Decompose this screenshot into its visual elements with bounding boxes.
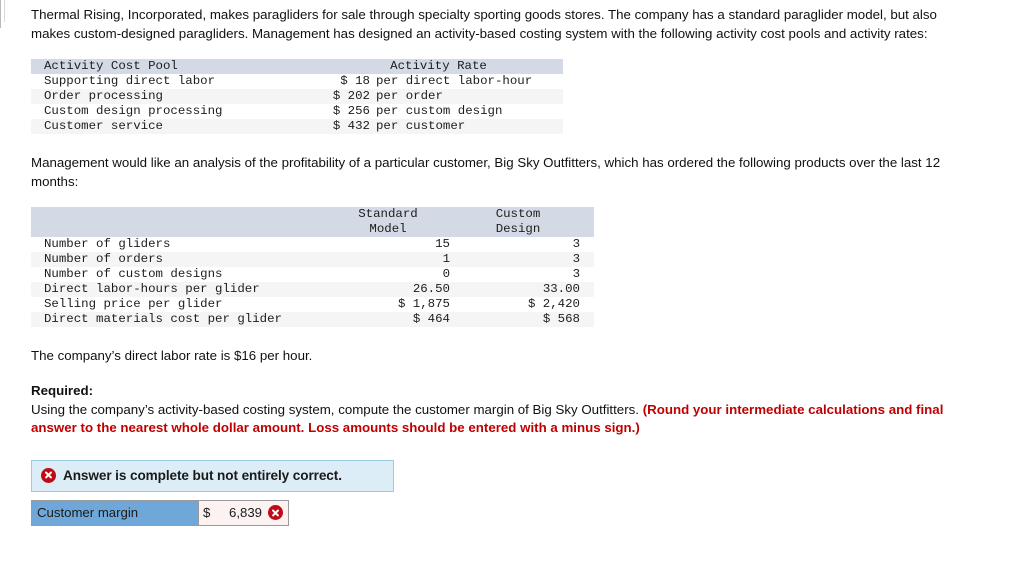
cell-custom-value: 3: [464, 237, 594, 253]
customer-margin-label: Customer margin: [32, 500, 199, 525]
cell-rate-unit: per order: [376, 89, 443, 104]
header-standard-model-line1: Standard: [334, 207, 464, 223]
customer-products-table: Standard Custom Model Design Number of g…: [31, 207, 594, 328]
cell-standard-value: $ 1,875: [334, 297, 464, 313]
table-row: Number of gliders 15 3: [31, 237, 594, 253]
cell-activity-rate: $ 256 per custom design: [314, 104, 563, 120]
table-row: Customer service $ 432 per customer: [31, 119, 563, 135]
cell-standard-value: $ 464: [334, 312, 464, 328]
required-instructions: Using the company’s activity-based costi…: [31, 401, 976, 438]
cell-standard-value: 0: [334, 267, 464, 283]
direct-labor-rate-paragraph: The company’s direct labor rate is $16 p…: [31, 348, 313, 364]
table-row: Selling price per glider $ 1,875 $ 2,420: [31, 297, 594, 313]
cell-row-label: Direct materials cost per glider: [31, 312, 334, 328]
answer-status-text: Answer is complete but not entirely corr…: [63, 467, 342, 483]
cell-row-label: Direct labor-hours per glider: [31, 282, 334, 298]
cell-pool-name: Customer service: [31, 119, 314, 135]
header-activity-cost-pool: Activity Cost Pool: [31, 59, 314, 75]
table-header-row-line2: Model Design: [31, 222, 594, 238]
currency-symbol: $: [203, 505, 211, 521]
customer-margin-answer-row[interactable]: Customer margin $ 6,839: [31, 499, 289, 526]
customer-margin-input[interactable]: $ 6,839: [199, 500, 288, 525]
question-page: Thermal Rising, Incorporated, makes para…: [0, 0, 1021, 526]
cell-standard-value: 26.50: [334, 282, 464, 298]
cell-row-label: Number of orders: [31, 252, 334, 268]
table-row: Custom design processing $ 256 per custom…: [31, 104, 563, 120]
cell-row-label: Number of custom designs: [31, 267, 334, 283]
header-activity-rate: Activity Rate: [314, 59, 563, 75]
intro-paragraph-1: Thermal Rising, Incorporated, makes para…: [31, 7, 937, 41]
activity-rates-table: Activity Cost Pool Activity Rate Support…: [31, 59, 563, 135]
cell-pool-name: Custom design processing: [31, 104, 314, 120]
cell-rate-unit: per customer: [376, 119, 466, 134]
answer-status-banner: Answer is complete but not entirely corr…: [31, 459, 394, 492]
table-header-row-line1: Standard Custom: [31, 207, 594, 223]
cell-custom-value: 33.00: [464, 282, 594, 298]
cell-rate-amount: $ 256: [332, 104, 370, 119]
cell-activity-rate: $ 202 per order: [314, 89, 563, 105]
table-header-row: Activity Cost Pool Activity Rate: [31, 59, 563, 75]
cell-rate-amount: $ 202: [332, 89, 370, 104]
page-left-edge-artifact: [0, 0, 1, 28]
cell-custom-value: $ 568: [464, 312, 594, 328]
header-blank: [31, 222, 334, 238]
required-plain-text: Using the company’s activity-based costi…: [31, 401, 639, 417]
table-row: Direct materials cost per glider $ 464 $…: [31, 312, 594, 328]
cell-custom-value: $ 2,420: [464, 297, 594, 313]
cell-pool-name: Order processing: [31, 89, 314, 105]
page-left-edge-artifact-inner: [4, 0, 5, 22]
header-blank: [31, 207, 334, 223]
table-row: Order processing $ 202 per order: [31, 89, 563, 105]
error-x-icon: [41, 467, 56, 483]
header-custom-design-line2: Design: [464, 222, 594, 238]
header-custom-design-line1: Custom: [464, 207, 594, 223]
cell-activity-rate: $ 432 per customer: [314, 119, 563, 135]
error-x-icon: [268, 505, 283, 521]
required-heading: Required:: [31, 382, 94, 398]
cell-row-label: Selling price per glider: [31, 297, 334, 313]
table-row: Number of custom designs 0 3: [31, 267, 594, 283]
cell-standard-value: 1: [334, 252, 464, 268]
cell-custom-value: 3: [464, 252, 594, 268]
header-standard-model-line2: Model: [334, 222, 464, 238]
cell-pool-name: Supporting direct labor: [31, 74, 314, 90]
table-row: Direct labor-hours per glider 26.50 33.0…: [31, 282, 594, 298]
customer-margin-value[interactable]: 6,839: [214, 505, 264, 520]
cell-rate-unit: per direct labor-hour: [376, 74, 533, 89]
cell-rate-unit: per custom design: [376, 104, 503, 119]
cell-activity-rate: $ 18 per direct labor-hour: [314, 74, 563, 90]
cell-rate-amount: $ 18: [340, 74, 370, 89]
table-row: Supporting direct labor $ 18 per direct l…: [31, 74, 563, 90]
cell-custom-value: 3: [464, 267, 594, 283]
cell-rate-amount: $ 432: [332, 119, 370, 134]
cell-standard-value: 15: [334, 237, 464, 253]
intro-paragraph-2: Management would like an analysis of the…: [31, 155, 941, 189]
cell-row-label: Number of gliders: [31, 237, 334, 253]
table-row: Number of orders 1 3: [31, 252, 594, 268]
